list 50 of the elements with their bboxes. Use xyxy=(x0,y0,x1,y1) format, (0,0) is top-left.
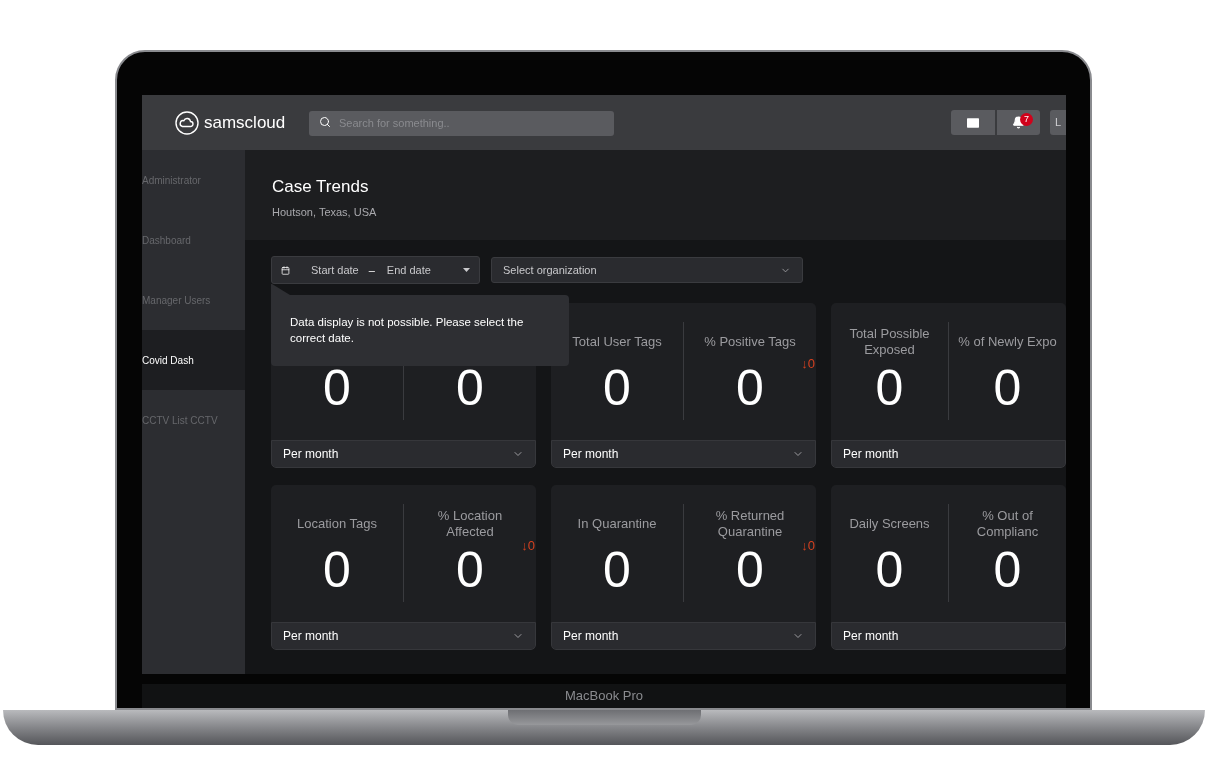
period-select[interactable]: Per month xyxy=(551,440,816,468)
metric-value: 0 xyxy=(736,362,764,414)
metric-label: % Returned Quarantine xyxy=(714,508,786,540)
metric-label: In Quarantine xyxy=(577,516,657,532)
change-indicator: ↓0 xyxy=(801,355,815,373)
user-menu-button[interactable]: L xyxy=(1050,110,1066,135)
metric-value: 0 xyxy=(875,544,904,596)
brand-name: samscloud xyxy=(204,111,286,134)
metric-value: 0 xyxy=(993,544,1022,596)
metric-value: 0 xyxy=(603,544,631,596)
date-separator: – xyxy=(368,262,375,278)
tooltip-text: Data display is not possible. Please select the correct date. xyxy=(290,315,525,346)
metric-value: 0 xyxy=(736,544,764,596)
metric-value: 0 xyxy=(456,544,484,596)
notification-badge: 7 xyxy=(1020,113,1033,126)
period-select[interactable]: Per month xyxy=(831,440,1066,468)
metric-label: % Out of Complianc xyxy=(975,508,1040,540)
metric-value: 0 xyxy=(323,362,351,414)
metric-label: Daily Screens xyxy=(849,516,930,532)
page-title: Case Trends xyxy=(272,176,370,198)
organization-select[interactable]: Select organization xyxy=(491,257,803,283)
mail-button[interactable] xyxy=(951,110,995,135)
metric-value: 0 xyxy=(323,544,351,596)
cloud-logo-icon xyxy=(175,110,199,135)
metric-label: % Positive Tags xyxy=(704,334,796,350)
search-icon xyxy=(319,116,331,128)
start-date-field[interactable]: Start date xyxy=(311,261,359,279)
period-select[interactable]: Per month xyxy=(831,622,1066,650)
calendar-icon xyxy=(281,265,290,275)
caret-down-icon xyxy=(463,268,470,272)
metric-value: 0 xyxy=(456,362,484,414)
metric-label: % Location Affected xyxy=(436,508,504,540)
metric-value: 0 xyxy=(603,362,631,414)
change-indicator: ↓0 xyxy=(801,537,815,555)
metric-value: 0 xyxy=(993,362,1022,414)
period-select[interactable]: Per month xyxy=(271,440,536,468)
device-label: MacBook Pro xyxy=(564,687,643,706)
sidebar-item[interactable]: Covid Dash xyxy=(142,330,245,390)
metric-label: Total User Tags xyxy=(572,334,662,350)
date-range-picker[interactable]: Start date – End date xyxy=(271,256,480,284)
notification-button[interactable]: 7 xyxy=(997,110,1040,135)
period-select[interactable]: Per month xyxy=(551,622,816,650)
metric-label: % of Newly Expo xyxy=(958,334,1057,350)
metric-value: 0 xyxy=(875,362,904,414)
period-select[interactable]: Per month xyxy=(271,622,536,650)
change-indicator: ↓0 xyxy=(521,537,535,555)
page-subtitle: Houtson, Texas, USA xyxy=(272,204,378,220)
end-date-field[interactable]: End date xyxy=(386,261,431,279)
metric-label: Location Tags xyxy=(297,516,377,532)
metric-label: Total Possible Exposed xyxy=(848,326,931,358)
